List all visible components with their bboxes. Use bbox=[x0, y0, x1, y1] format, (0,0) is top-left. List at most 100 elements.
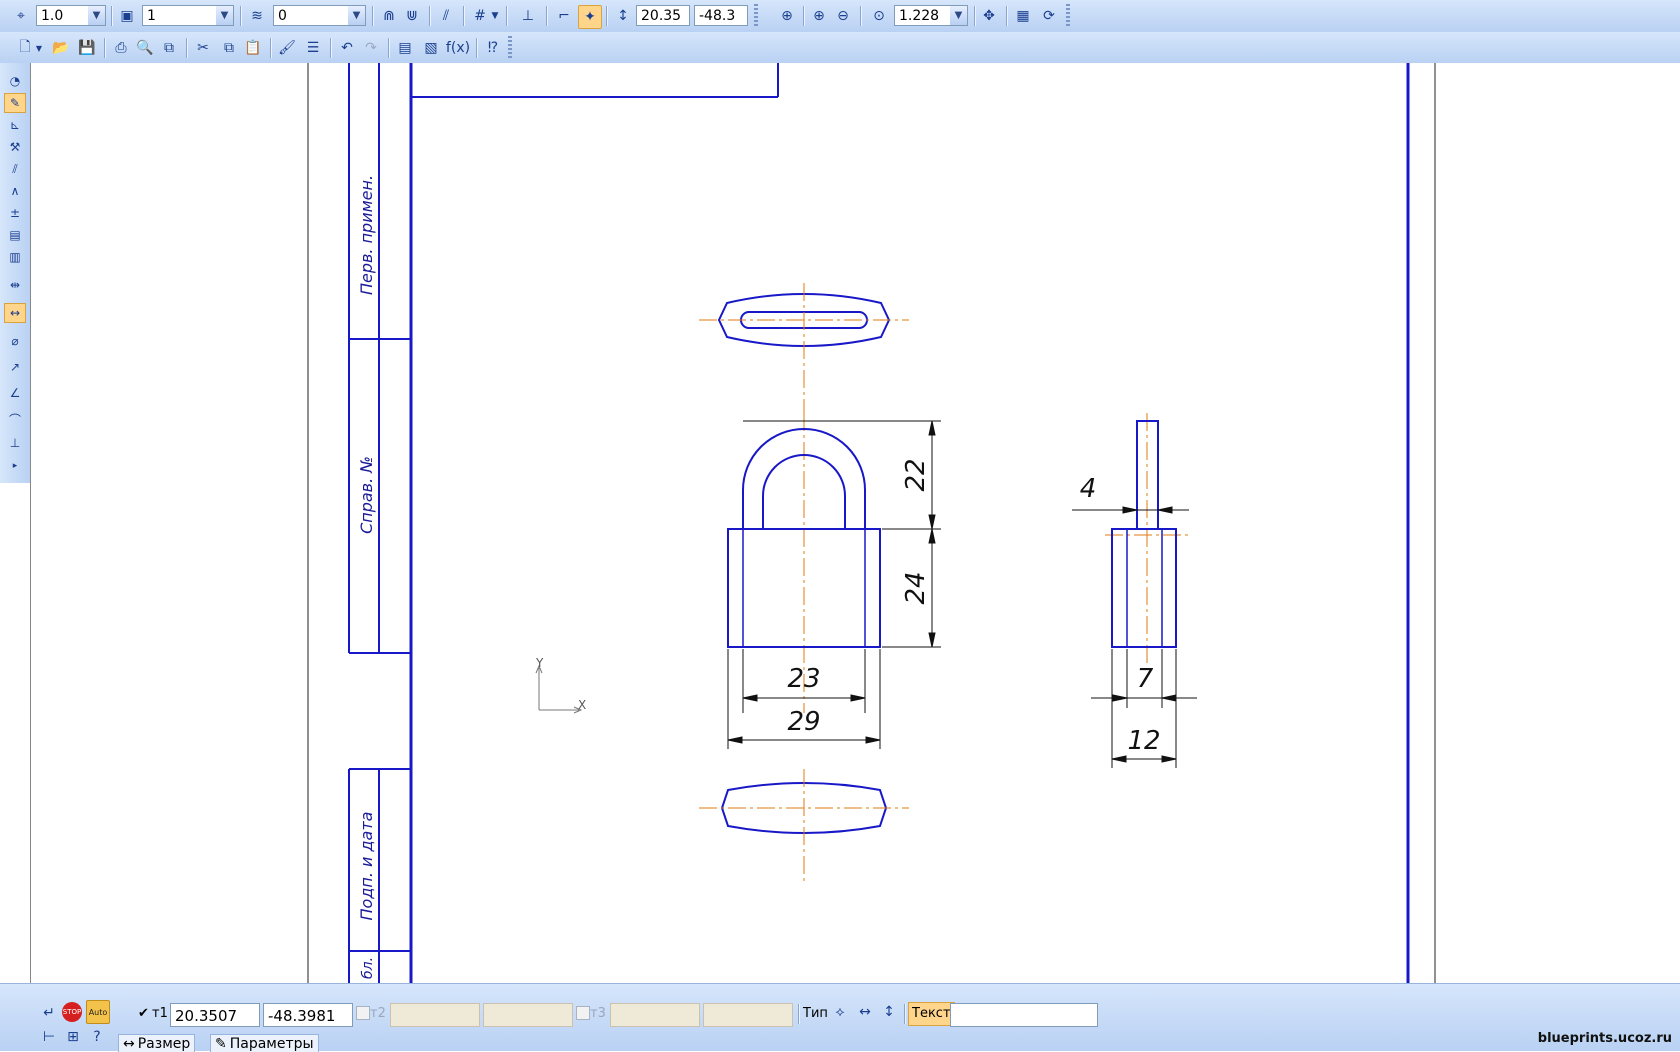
pan-icon[interactable]: ✥ bbox=[978, 5, 1000, 27]
t1-y-field[interactable]: -48.3981 bbox=[263, 1003, 353, 1027]
height-dim-icon[interactable]: ⊥ bbox=[4, 433, 26, 453]
chevron-down-icon[interactable]: ▼ bbox=[34, 37, 44, 59]
dim-shackle-thickness: 4 bbox=[1080, 474, 1097, 504]
open-folder-icon[interactable]: 📂 bbox=[50, 37, 72, 59]
cursor-x-field[interactable]: 20.35 bbox=[636, 5, 690, 26]
radial-dim-icon[interactable]: ↗ bbox=[4, 357, 26, 377]
geometry-icon[interactable]: ◔ bbox=[4, 71, 26, 91]
type-free-icon[interactable]: ⟡ bbox=[829, 1001, 851, 1023]
help-cursor-icon[interactable]: ⁉ bbox=[482, 37, 504, 59]
type-vertical-icon[interactable]: ↕ bbox=[878, 1001, 900, 1023]
redo-icon[interactable]: ↷ bbox=[360, 37, 382, 59]
padlock-side-view bbox=[1105, 413, 1189, 663]
print-icon[interactable]: ⎙ bbox=[110, 37, 132, 59]
stop-button[interactable]: STOP bbox=[62, 1002, 82, 1022]
diameter-dim-icon[interactable]: ⌀ bbox=[4, 331, 26, 351]
tab-size[interactable]: ↔ Размер bbox=[118, 1034, 196, 1052]
type-label: Тип bbox=[803, 1006, 828, 1021]
snap-active-icon[interactable]: ✦ bbox=[578, 5, 602, 29]
t2-x-field[interactable] bbox=[390, 1003, 480, 1027]
symbols-icon[interactable]: ⊾ bbox=[4, 115, 26, 135]
left-stamp bbox=[348, 63, 779, 983]
fx-icon[interactable]: f(x) bbox=[444, 37, 472, 59]
refresh-icon[interactable]: ⟳ bbox=[1038, 5, 1060, 27]
snap-grid-icon[interactable]: ⌖ bbox=[10, 5, 32, 27]
auto-button[interactable]: Auto bbox=[86, 1000, 110, 1024]
edit-icon[interactable]: ⚒ bbox=[4, 137, 26, 157]
dimension-line-icon[interactable]: ⊢ bbox=[38, 1026, 60, 1048]
tab-size-label: Размер bbox=[137, 1035, 191, 1052]
paste-icon[interactable]: 📋 bbox=[242, 37, 264, 59]
chevron-down-icon[interactable]: ▼ bbox=[950, 6, 967, 25]
spec-icon[interactable]: ▤ bbox=[4, 225, 26, 245]
t1-label: т1 bbox=[152, 1006, 168, 1021]
stop-label: STOP bbox=[62, 1008, 82, 1016]
cursor-y-field[interactable]: -48.3 bbox=[694, 5, 748, 26]
zoom-window-icon[interactable]: ⊕ bbox=[776, 5, 798, 27]
t2-y-field[interactable] bbox=[483, 1003, 573, 1027]
layers-icon[interactable]: ≋ bbox=[246, 5, 268, 27]
library-icon[interactable]: ▧ bbox=[420, 37, 442, 59]
show-all-icon[interactable]: ▦ bbox=[1012, 5, 1034, 27]
create-object-icon[interactable]: ↵ bbox=[38, 1002, 60, 1024]
local-cs-icon[interactable]: ⊥ bbox=[517, 5, 539, 27]
top-toolbar: ⌖ 1.0 ▼ ▣ 1 ▼ ≋ 0 ▼ ⋒ ⋓ ⫽ # ▼ ⊥ ⌐ ✦ ↕ 20.35… bbox=[0, 0, 1680, 33]
reports-icon[interactable]: ▥ bbox=[4, 247, 26, 267]
zoom-scale-icon[interactable]: ⊙ bbox=[868, 5, 890, 27]
save-icon[interactable]: 💾 bbox=[76, 37, 98, 59]
grid-icon[interactable]: # bbox=[469, 5, 491, 27]
print-preview-icon[interactable]: 🔍 bbox=[134, 37, 156, 59]
stamp-label-sprav: Справ. № bbox=[357, 456, 376, 534]
snap-point-icon[interactable]: ⊞ bbox=[62, 1026, 84, 1048]
print-setup-icon[interactable]: ⧉ bbox=[158, 37, 180, 59]
magnet-icon[interactable]: ⋒ bbox=[378, 5, 400, 27]
t3-x-field[interactable] bbox=[610, 1003, 700, 1027]
style-icon[interactable]: ▣ bbox=[116, 5, 138, 27]
zoom-out-icon[interactable]: ⊖ bbox=[832, 5, 854, 27]
round-icon[interactable]: ⌐ bbox=[553, 5, 575, 27]
copy-icon[interactable]: ⧉ bbox=[218, 37, 240, 59]
text-tab-button[interactable]: Текст bbox=[908, 1002, 955, 1026]
type-horizontal-icon[interactable]: ↔ bbox=[854, 1001, 876, 1023]
style-combo[interactable]: 1 ▼ bbox=[142, 5, 234, 26]
layer-combo[interactable]: 0 ▼ bbox=[273, 5, 366, 26]
tab-params[interactable]: ✎ Параметры bbox=[210, 1034, 319, 1052]
chevron-down-icon[interactable]: ▼ bbox=[348, 6, 365, 25]
angular-dim-icon[interactable]: ∠ bbox=[4, 383, 26, 403]
zoom-in-icon[interactable]: ⊕ bbox=[808, 5, 830, 27]
brush-icon[interactable]: 🖌 bbox=[276, 37, 298, 59]
properties-icon[interactable]: ☰ bbox=[302, 37, 324, 59]
parametrize-icon[interactable]: ⫽ bbox=[4, 159, 26, 179]
size-tab-icon: ↔ bbox=[123, 1035, 135, 1052]
t3-y-field[interactable] bbox=[703, 1003, 793, 1027]
drawing-svg: Перв. примен. Справ. № Подп. и дата бл. … bbox=[307, 63, 1436, 983]
chevron-down-icon[interactable]: ▼ bbox=[88, 6, 105, 25]
magnet-off-icon[interactable]: ⋓ bbox=[401, 5, 423, 27]
select-icon[interactable]: ± bbox=[4, 203, 26, 223]
scale-combo[interactable]: 1.0 ▼ bbox=[36, 5, 106, 26]
axis-x-label: X bbox=[578, 698, 586, 712]
chevron-down-icon[interactable]: ▼ bbox=[489, 5, 501, 27]
t1-checkbox[interactable]: ✔ bbox=[138, 1006, 149, 1021]
help-icon[interactable]: ? bbox=[86, 1026, 108, 1048]
ortho-icon[interactable]: ⫽ bbox=[435, 5, 457, 27]
drawing-canvas[interactable]: Перв. примен. Справ. № Подп. и дата бл. … bbox=[30, 63, 1680, 983]
manager-icon[interactable]: ▤ bbox=[394, 37, 416, 59]
chevron-down-icon[interactable]: ▸ bbox=[4, 459, 26, 473]
dimensions-active-icon[interactable]: ✎ bbox=[4, 93, 26, 113]
new-file-icon[interactable]: 🗋 bbox=[14, 37, 36, 59]
undo-icon[interactable]: ↶ bbox=[336, 37, 358, 59]
arc-dim-icon[interactable]: ⌒ bbox=[4, 409, 26, 429]
t2-checkbox[interactable] bbox=[356, 1006, 370, 1020]
t3-label: т3 bbox=[590, 1006, 606, 1021]
zoom-combo[interactable]: 1.228 ▼ bbox=[894, 5, 968, 26]
t1-x-field[interactable]: 20.3507 bbox=[170, 1003, 260, 1027]
linear-dim-icon[interactable]: ↔ bbox=[4, 303, 26, 323]
chevron-down-icon[interactable]: ▼ bbox=[216, 6, 233, 25]
text-field[interactable] bbox=[950, 1003, 1098, 1027]
tab-params-label: Параметры bbox=[229, 1035, 314, 1052]
measure-icon[interactable]: ∧ bbox=[4, 181, 26, 201]
t3-checkbox[interactable] bbox=[576, 1006, 590, 1020]
cut-icon[interactable]: ✂ bbox=[192, 37, 214, 59]
auto-dim-icon[interactable]: ⇹ bbox=[4, 275, 26, 295]
